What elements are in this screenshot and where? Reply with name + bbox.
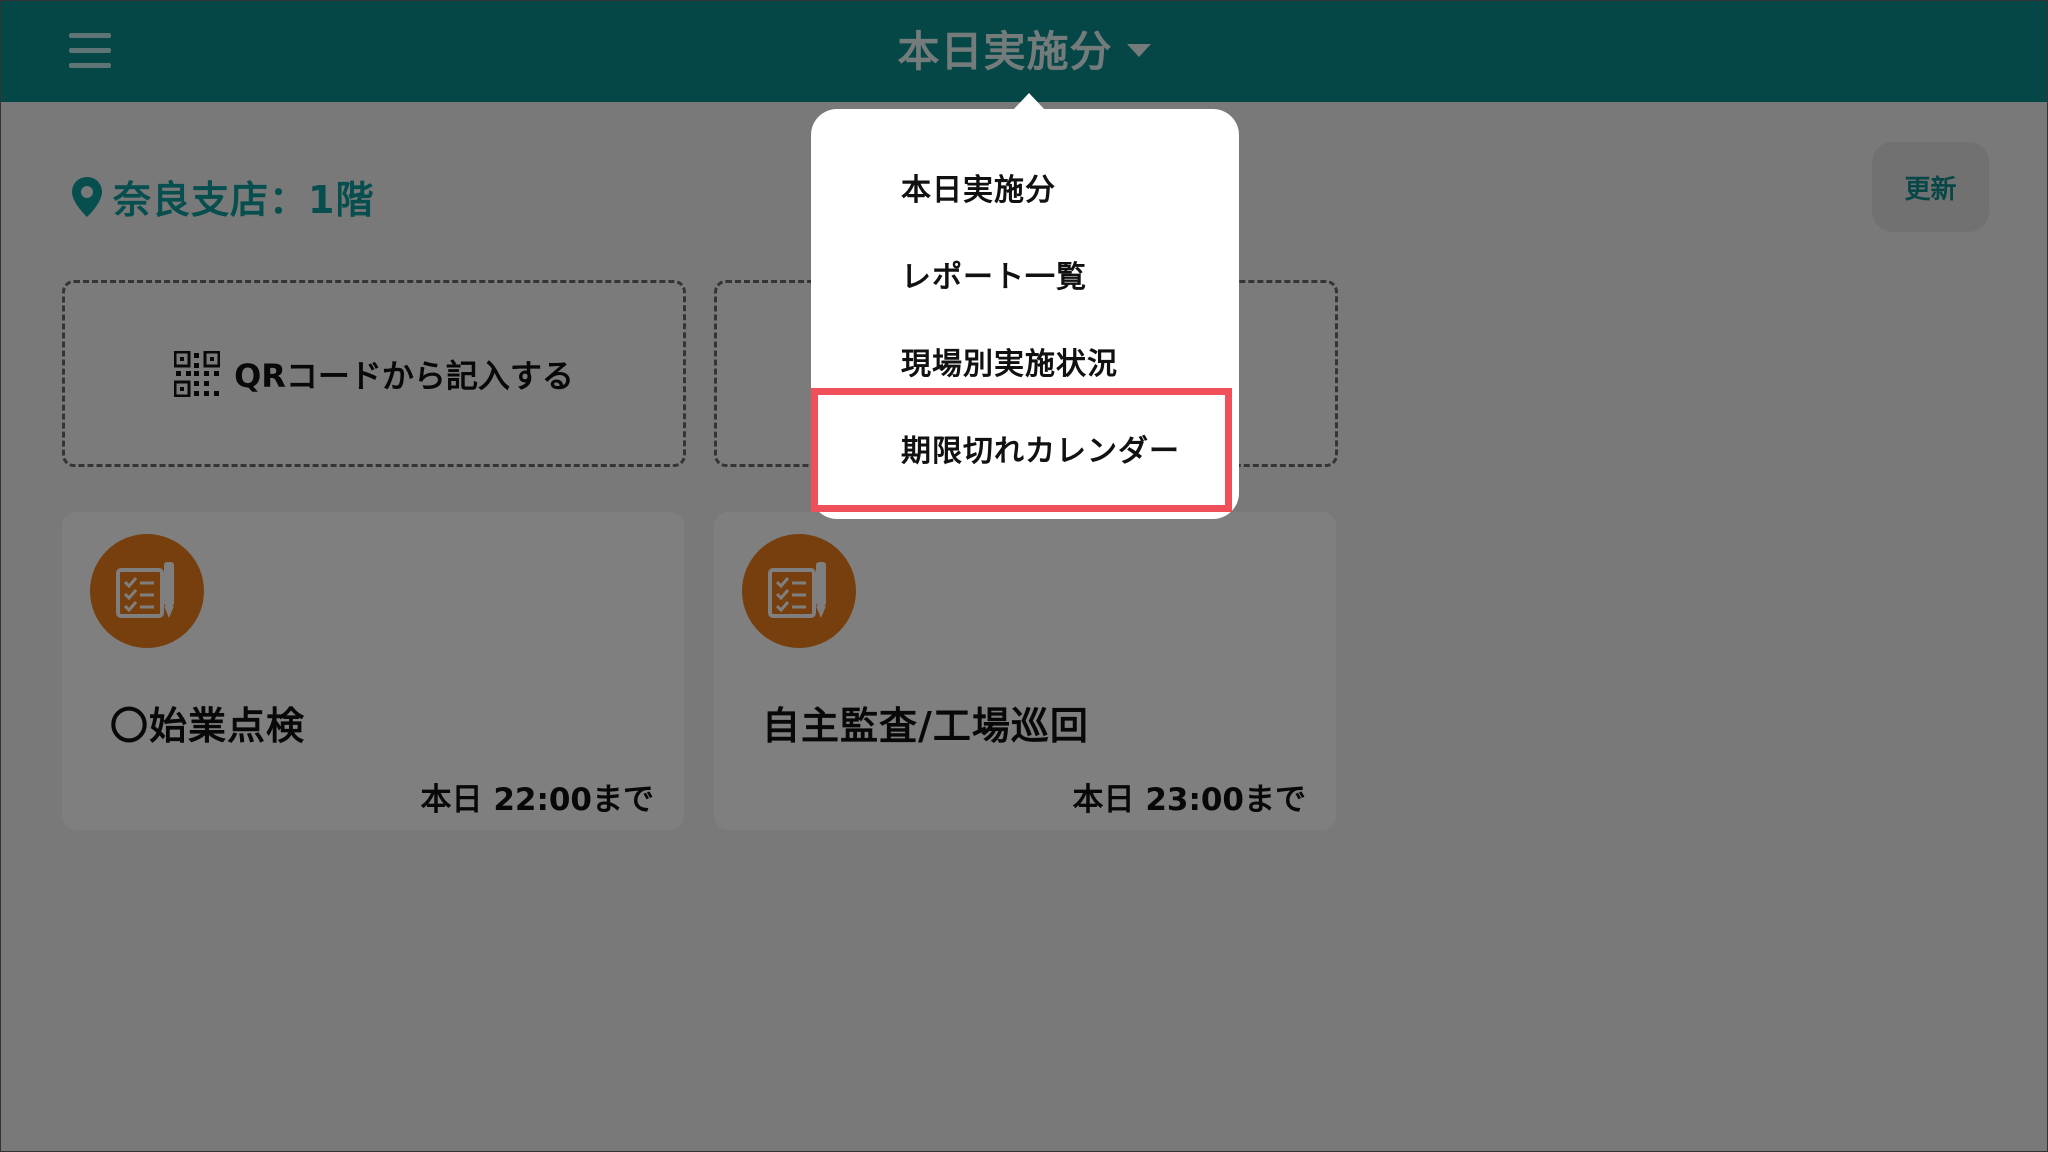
menu-item-today[interactable]: 本日実施分 [901, 165, 1056, 209]
dropdown-pointer [1013, 93, 1045, 110]
menu-item-site-status[interactable]: 現場別実施状況 [901, 339, 1118, 383]
menu-item-report-list[interactable]: レポート一覧 [901, 252, 1087, 296]
highlight-frame [811, 388, 1232, 512]
app-frame: 本日実施分 奈良支店：1階 更新 [0, 0, 2048, 1152]
